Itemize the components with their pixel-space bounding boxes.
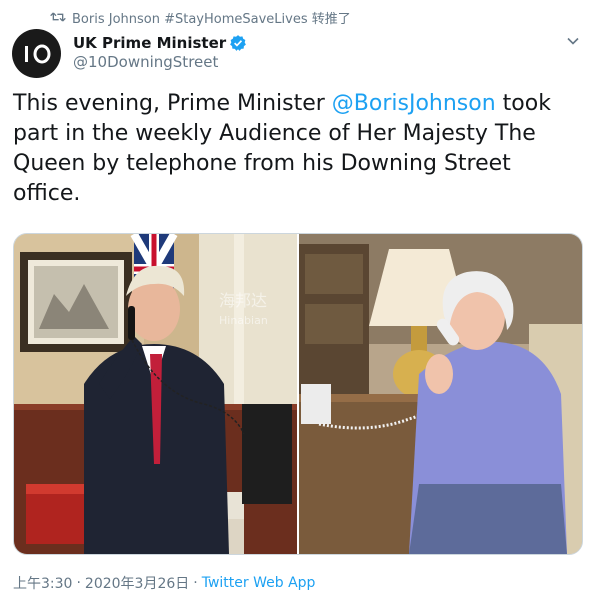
tweet-date[interactable]: 2020年3月26日 [85,573,189,593]
tweet-time[interactable]: 上午3:30 [13,573,72,593]
retweet-icon [50,12,66,22]
retweet-header[interactable]: Boris Johnson #StayHomeSaveLives 转推了 [50,7,351,27]
mention-link[interactable]: @BorisJohnson [332,91,496,116]
tweet-source-link[interactable]: Twitter Web App [202,575,316,591]
queen-phone-photo [299,234,582,554]
tweet-meta: 上午3:30 · 2020年3月26日 · Twitter Web App [13,573,315,593]
separator: · [76,575,81,591]
watermark-cn: 海邦达 [219,291,267,310]
author-name-row[interactable]: UK Prime Minister [73,34,247,52]
display-name[interactable]: UK Prime Minister [73,34,226,52]
media-image-left[interactable]: 海邦达 Hinabian [14,234,297,554]
chevron-down-icon[interactable] [566,34,580,48]
verified-badge-icon [230,35,247,51]
tweet-text-part-1: This evening, Prime Minister [13,91,332,116]
retweet-text: Boris Johnson #StayHomeSaveLives 转推了 [72,11,351,27]
watermark-en: Hinabian [219,314,268,327]
pm-phone-photo: 海邦达 Hinabian [14,234,297,554]
separator-2: · [193,575,198,591]
media-image-right[interactable] [299,234,582,554]
tweet-text: This evening, Prime Minister @BorisJohns… [13,89,583,209]
avatar-logo [24,44,50,63]
avatar[interactable] [12,29,61,78]
tweet-media[interactable]: 海邦达 Hinabian [13,233,583,555]
author-handle[interactable]: @10DowningStreet [73,53,218,71]
